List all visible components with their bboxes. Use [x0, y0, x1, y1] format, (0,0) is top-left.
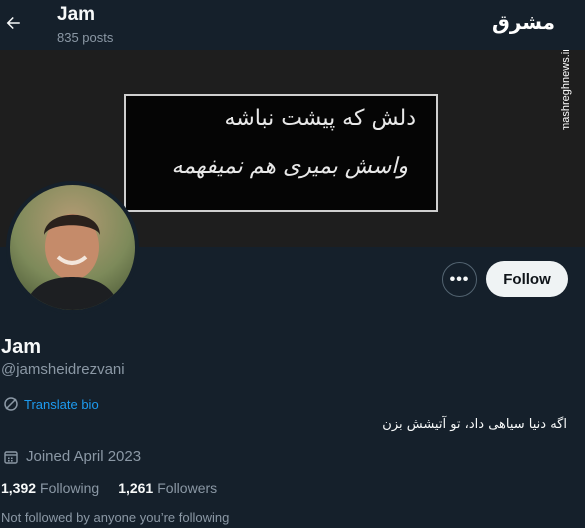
followers-count: 1,261	[118, 480, 154, 496]
watermark-site: mashreghnews.ir	[561, 50, 572, 130]
avatar[interactable]	[6, 181, 139, 314]
not-followed-notice: Not followed by anyone you’re following	[1, 510, 230, 525]
avatar-photo	[24, 214, 120, 310]
following-link[interactable]: 1,392 Following	[1, 480, 99, 496]
svg-text:mashreghnews.ir: mashreghnews.ir	[561, 50, 572, 130]
translate-bio-link[interactable]: Translate bio	[3, 395, 99, 413]
followers-link[interactable]: 1,261 Followers	[118, 480, 217, 496]
joined-date: Joined April 2023	[3, 448, 141, 465]
more-options-button[interactable]: •••	[442, 262, 477, 297]
following-label: Following	[40, 480, 100, 496]
watermark-logo: مشرق	[491, 10, 555, 34]
banner-text-box: دلش که پیشت نباشه واسش بمیری هم نمیفهمه	[124, 94, 438, 212]
translate-icon	[4, 397, 18, 411]
joined-label: Joined April 2023	[26, 448, 142, 465]
follow-button[interactable]: Follow	[486, 261, 568, 297]
profile-handle: @jamsheidrezvani	[1, 361, 125, 378]
calendar-icon	[4, 450, 18, 464]
arrow-left-icon	[6, 17, 20, 29]
profile-display-name: Jam	[1, 336, 42, 358]
top-bar: Jam 835 posts مشرق	[0, 0, 585, 50]
profile-stats: 1,392 Following 1,261 Followers	[1, 480, 217, 496]
banner-text-line-2: واسش بمیری هم نمیفهمه	[171, 154, 408, 179]
header-post-count: 835 posts	[57, 30, 114, 45]
header-name: Jam	[57, 4, 96, 25]
following-count: 1,392	[1, 480, 37, 496]
back-button[interactable]	[0, 8, 26, 38]
profile-bio: اگه دنیا سیاهی داد، تو آتیشش بزن	[382, 417, 567, 432]
followers-label: Followers	[157, 480, 218, 496]
banner-text-line-1: دلش که پیشت نباشه	[224, 106, 416, 131]
translate-bio-label: Translate bio	[24, 396, 99, 412]
